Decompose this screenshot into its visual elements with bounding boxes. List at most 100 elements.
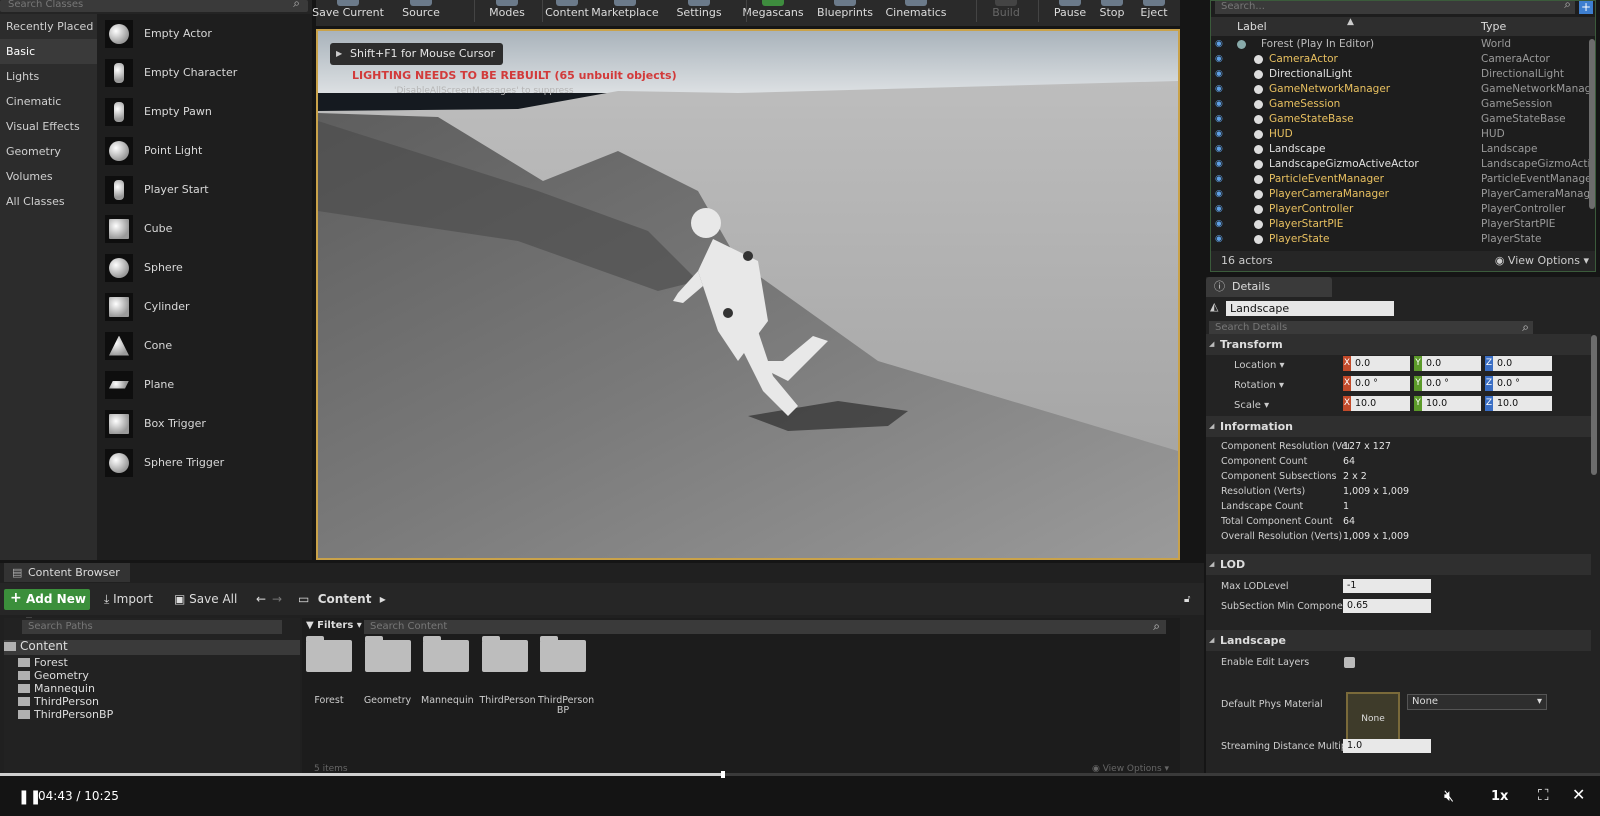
outliner-search-input[interactable]: Search... ⌕ xyxy=(1215,0,1575,14)
toolbar-megascans-button[interactable]: Megascans xyxy=(733,0,813,22)
class-item[interactable]: Sphere xyxy=(97,248,312,287)
eye-icon[interactable]: ◉ xyxy=(1215,67,1223,82)
progress-track[interactable] xyxy=(0,771,1600,778)
category-visual-effects[interactable]: Visual Effects xyxy=(0,114,97,139)
location-y-field[interactable]: 0.0 xyxy=(1422,356,1481,371)
folder-tile[interactable]: ThirdPerson xyxy=(480,636,536,706)
details-tab[interactable]: Details xyxy=(1206,277,1332,297)
tree-folder-forest[interactable]: Forest xyxy=(18,656,68,669)
class-search-input[interactable]: Search Classes ⌕ xyxy=(0,0,308,12)
eye-icon[interactable]: ◉ xyxy=(1215,217,1223,232)
folder-tile[interactable]: ThirdPerson BP xyxy=(538,636,594,716)
import-button[interactable]: ⤓ Import xyxy=(104,589,153,610)
toolbar-cinematics-button[interactable]: Cinematics xyxy=(876,0,956,22)
class-item[interactable]: Cone xyxy=(97,326,312,365)
eye-icon[interactable]: ◉ xyxy=(1215,157,1223,172)
toolbar-marketplace-button[interactable]: Marketplace xyxy=(585,0,665,22)
transform-section[interactable]: Transform xyxy=(1206,334,1591,355)
location-x-field[interactable]: 0.0 xyxy=(1351,356,1410,371)
class-item[interactable]: Box Trigger xyxy=(97,404,312,443)
mute-icon[interactable]: 🔇︎ xyxy=(1444,786,1454,806)
outliner-row[interactable]: ◉ HUD HUD xyxy=(1211,127,1589,142)
outliner-row[interactable]: ◉ PlayerController PlayerController xyxy=(1211,202,1589,217)
category-volumes[interactable]: Volumes xyxy=(0,164,97,189)
eye-icon[interactable]: ◉ xyxy=(1215,112,1223,127)
streaming-field[interactable]: 1.0 xyxy=(1343,739,1431,753)
view-options-button[interactable]: ◉ View Options ▾ xyxy=(1495,254,1589,267)
eye-icon[interactable]: ◉ xyxy=(1215,232,1223,247)
rotation-y-field[interactable]: 0.0 ° xyxy=(1422,376,1481,391)
toolbar-settings-button[interactable]: Settings xyxy=(659,0,739,22)
folder-tile[interactable]: Mannequin xyxy=(421,636,474,706)
outliner-root-row[interactable]: ◉ Forest (Play In Editor) World xyxy=(1211,37,1589,52)
save-all-button[interactable]: ▣ Save All xyxy=(174,589,237,610)
folder-tile[interactable]: Forest xyxy=(304,636,354,706)
tree-root-content[interactable]: Content xyxy=(4,640,300,655)
close-icon[interactable]: ✕ xyxy=(1572,785,1585,804)
outliner-row[interactable]: ◉ PlayerState PlayerState xyxy=(1211,232,1589,247)
class-item[interactable]: Sphere Trigger xyxy=(97,443,312,482)
back-arrow-icon[interactable]: ← xyxy=(256,589,266,610)
rotation-label[interactable]: Rotation ▾ xyxy=(1234,378,1284,393)
phys-material-dropdown[interactable]: None ▾ xyxy=(1407,694,1547,710)
phys-material-thumbnail[interactable]: None xyxy=(1346,692,1400,746)
details-scrollbar[interactable] xyxy=(1591,335,1597,475)
category-cinematic[interactable]: Cinematic xyxy=(0,89,97,114)
lod-section[interactable]: LOD xyxy=(1206,554,1591,575)
add-new-button[interactable]: Add New ▾ xyxy=(4,588,90,627)
class-item[interactable]: Empty Pawn xyxy=(97,92,312,131)
scale-label[interactable]: Scale ▾ xyxy=(1234,398,1269,413)
folder-tile[interactable]: Geometry xyxy=(363,636,413,706)
fullscreen-icon[interactable]: ⛶ xyxy=(1538,786,1549,804)
class-item[interactable]: Player Start xyxy=(97,170,312,209)
class-item[interactable]: Cube xyxy=(97,209,312,248)
eye-icon[interactable]: ◉ xyxy=(1215,82,1223,97)
class-item[interactable]: Plane xyxy=(97,365,312,404)
filters-button[interactable]: ▼ Filters ▾ xyxy=(306,620,362,631)
label-column-header[interactable]: Label xyxy=(1237,20,1267,33)
outliner-row[interactable]: ◉ LandscapeGizmoActiveActor LandscapeGizmo… xyxy=(1211,157,1589,172)
eye-icon[interactable]: ◉ xyxy=(1215,52,1223,67)
outliner-row[interactable]: ◉GameNetworkManagerGameNetworkManager xyxy=(1211,82,1589,97)
toolbar-blueprints-button[interactable]: Blueprints xyxy=(805,0,885,22)
rotation-x-field[interactable]: 0.0 ° xyxy=(1351,376,1410,391)
outliner-row[interactable]: ◉ GameStateBase GameStateBase xyxy=(1211,112,1589,127)
eye-icon[interactable]: ◉ xyxy=(1215,97,1223,112)
content-browser-tab[interactable]: Content Browser xyxy=(4,563,130,582)
tree-folder-thirdperson[interactable]: ThirdPerson xyxy=(18,695,99,708)
category-basic[interactable]: Basic xyxy=(0,39,97,64)
eye-icon[interactable]: ◉ xyxy=(1215,37,1223,52)
toolbar-save-current-button[interactable]: Save Current xyxy=(308,0,388,22)
information-section[interactable]: Information xyxy=(1206,416,1591,437)
outliner-row[interactable]: ◉ DirectionalLight DirectionalLight xyxy=(1211,67,1589,82)
outliner-row[interactable]: ◉ ParticleEventManager ParticleEventManage… xyxy=(1211,172,1589,187)
eye-icon[interactable]: ◉ xyxy=(1215,187,1223,202)
outliner-row[interactable]: ◉ GameSession GameSession xyxy=(1211,97,1589,112)
subsection-field[interactable]: 0.65 xyxy=(1343,599,1431,613)
edit-layers-checkbox[interactable] xyxy=(1344,657,1355,668)
eye-icon[interactable]: ◉ xyxy=(1215,142,1223,157)
class-item[interactable]: Empty Actor xyxy=(97,14,312,53)
toolbar-eject-button[interactable]: Eject xyxy=(1114,0,1194,22)
type-column-header[interactable]: Type xyxy=(1481,20,1506,33)
playback-speed-button[interactable]: 1x xyxy=(1491,789,1508,804)
outliner-row[interactable]: ◉ Landscape Landscape xyxy=(1211,142,1589,157)
category-lights[interactable]: Lights xyxy=(0,64,97,89)
toolbar-source-control-button[interactable]: Source Control xyxy=(381,0,461,45)
path-search-input[interactable]: Search Paths xyxy=(22,620,282,634)
scale-z-field[interactable]: 10.0 xyxy=(1493,396,1552,411)
breadcrumb[interactable]: ▭ Content ▸ xyxy=(298,589,386,610)
eye-icon[interactable]: ◉ xyxy=(1215,172,1223,187)
eye-icon[interactable]: ◉ xyxy=(1215,127,1223,142)
class-item[interactable]: Point Light xyxy=(97,131,312,170)
forward-arrow-icon[interactable]: → xyxy=(272,589,282,610)
class-item[interactable]: Cylinder xyxy=(97,287,312,326)
category-all-classes[interactable]: All Classes xyxy=(0,189,97,214)
class-item[interactable]: Empty Character xyxy=(97,53,312,92)
add-icon[interactable]: + xyxy=(1579,1,1593,14)
progress-thumb[interactable] xyxy=(721,771,726,778)
details-search-input[interactable]: Search Details ⌕ xyxy=(1209,320,1533,335)
landscape-section[interactable]: Landscape xyxy=(1206,630,1591,651)
outliner-row[interactable]: ◉ CameraActor CameraActor xyxy=(1211,52,1589,67)
actor-name-field[interactable]: Landscape xyxy=(1226,301,1394,316)
